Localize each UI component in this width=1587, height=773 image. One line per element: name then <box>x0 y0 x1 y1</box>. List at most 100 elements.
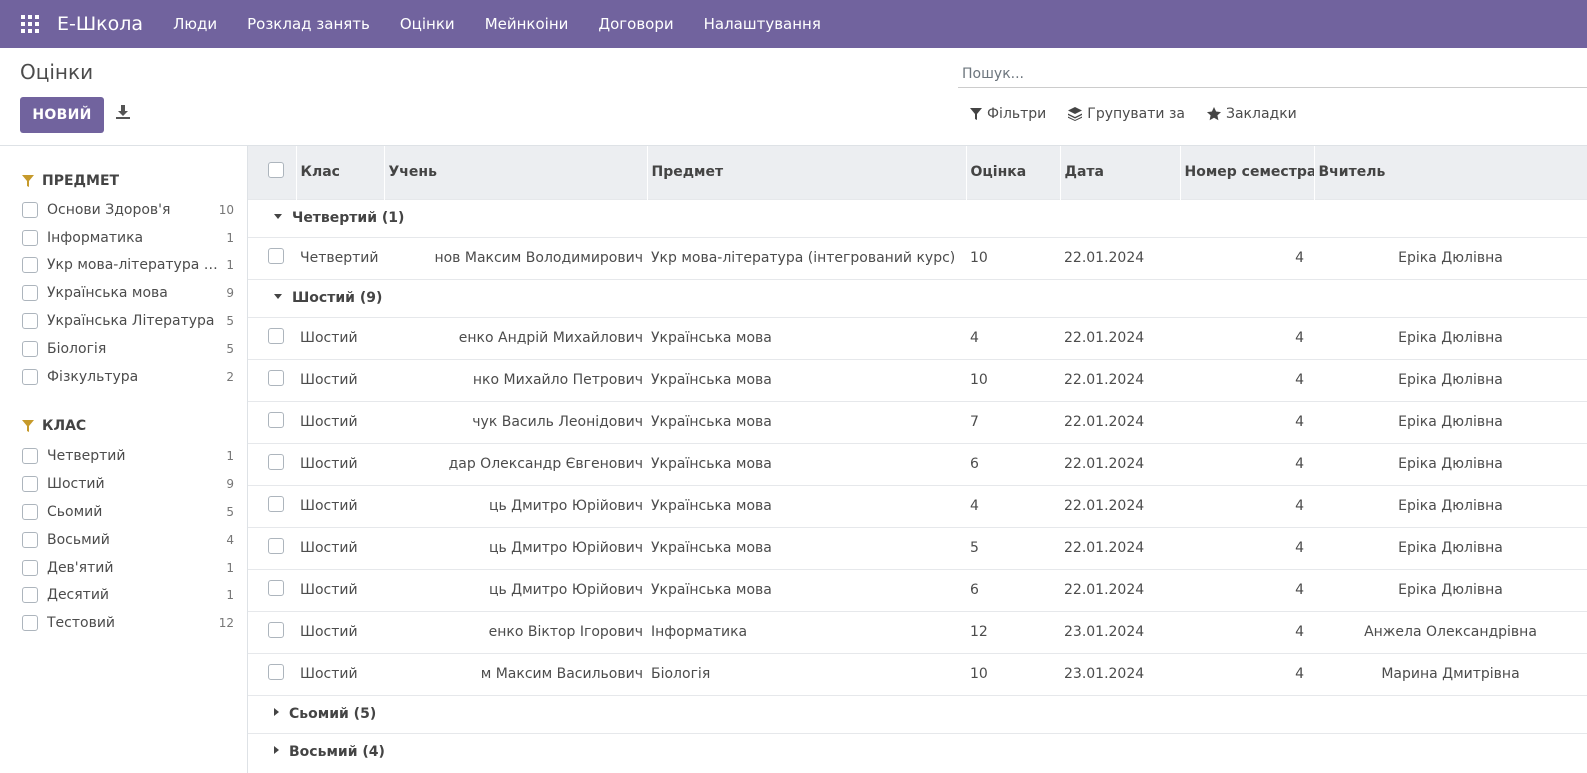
class-filter-item[interactable]: Шостий 9 <box>22 470 234 498</box>
cell-date: 23.01.2024 <box>1060 610 1180 653</box>
caret-right-icon <box>274 708 279 716</box>
nav-item-people[interactable]: Люди <box>173 15 217 33</box>
student-name: нов Максим Володимирович <box>434 250 643 266</box>
row-checkbox[interactable] <box>268 370 284 386</box>
checkbox[interactable] <box>22 587 38 604</box>
apps-menu-icon[interactable] <box>21 15 39 33</box>
row-checkbox[interactable] <box>268 580 284 596</box>
filters-toggle[interactable]: Фільтри <box>970 106 1046 122</box>
checkbox[interactable] <box>22 201 38 218</box>
star-icon <box>1207 107 1221 121</box>
nav-item-schedule[interactable]: Розклад занять <box>247 15 370 33</box>
table-row[interactable]: Шостий енко Віктор Ігорович Інформатика 12 2… <box>248 610 1587 653</box>
nav-item-grades[interactable]: Оцінки <box>400 15 455 33</box>
cell-grade: 12 <box>966 610 1060 653</box>
row-checkbox[interactable] <box>268 454 284 470</box>
table-row[interactable]: Шостий дар Олександр Євгенович Українська … <box>248 442 1587 485</box>
class-filter-header: КЛАС <box>22 415 247 437</box>
class-filter-item[interactable]: Сьомий 5 <box>22 498 234 526</box>
checkbox[interactable] <box>22 448 38 465</box>
subject-filter-item[interactable]: Українська Література 5 <box>22 307 234 335</box>
row-select-cell <box>248 484 296 527</box>
row-checkbox[interactable] <box>268 664 284 680</box>
cell-semester: 4 <box>1180 484 1314 527</box>
new-button[interactable]: НОВИЙ <box>20 97 104 133</box>
group-row[interactable]: Восьмий (4) <box>248 732 1587 771</box>
group-by-toggle[interactable]: Групувати за <box>1068 106 1185 122</box>
column-header-teacher[interactable]: Вчитель <box>1314 146 1587 199</box>
class-filter-item[interactable]: Восьмий 4 <box>22 526 234 554</box>
table-row[interactable]: Шостий ць Дмитро Юрійович Українська мова 5… <box>248 526 1587 569</box>
column-header-date[interactable]: Дата <box>1060 146 1181 199</box>
class-filter-item[interactable]: Тестовий 12 <box>22 609 234 637</box>
caret-right-icon <box>274 746 279 755</box>
table-row[interactable]: Шостий ць Дмитро Юрійович Українська мова 4… <box>248 484 1587 527</box>
row-checkbox[interactable] <box>268 248 284 264</box>
table-row[interactable]: Шостий енко Андрій Михайлович Українська м… <box>248 316 1587 359</box>
column-header-semester[interactable]: Номер семестра <box>1180 146 1315 199</box>
group-row[interactable]: Четвертий (1) <box>248 198 1587 237</box>
student-name: ць Дмитро Юрійович <box>488 540 643 556</box>
favorites-toggle[interactable]: Закладки <box>1207 106 1297 122</box>
checkbox[interactable] <box>22 257 38 274</box>
checkbox[interactable] <box>22 285 38 302</box>
row-checkbox[interactable] <box>268 412 284 428</box>
subject-filter-item[interactable]: Інформатика 1 <box>22 224 234 252</box>
checkbox[interactable] <box>22 229 38 246</box>
row-select-cell <box>248 652 296 695</box>
checkbox[interactable] <box>22 368 38 385</box>
row-checkbox[interactable] <box>268 328 284 344</box>
checkbox[interactable] <box>22 615 38 632</box>
checkbox[interactable] <box>22 504 38 521</box>
row-checkbox[interactable] <box>268 538 284 554</box>
table-row[interactable]: Шостий чук Василь Леонідович Українська мо… <box>248 400 1587 443</box>
app-brand[interactable]: Е-Школа <box>57 13 143 35</box>
search-input[interactable] <box>958 64 1587 83</box>
group-header[interactable]: Сьомий (5) <box>248 694 1587 733</box>
checkbox[interactable] <box>22 476 38 493</box>
class-filter-item[interactable]: Десятий 1 <box>22 582 234 610</box>
subject-filter-item[interactable]: Українська мова 9 <box>22 279 234 307</box>
group-row[interactable]: Сьомий (5) <box>248 694 1587 733</box>
cell-grade: 6 <box>966 442 1060 485</box>
group-header[interactable]: Восьмий (4) <box>248 732 1587 771</box>
row-select-cell <box>248 236 296 279</box>
cell-subject: Українська мова <box>647 526 966 569</box>
download-icon[interactable] <box>115 104 131 120</box>
table-row[interactable]: Шостий нко Михайло Петрович Українська мов… <box>248 358 1587 401</box>
checkbox[interactable] <box>22 531 38 548</box>
checkbox[interactable] <box>22 313 38 330</box>
row-checkbox[interactable] <box>268 622 284 638</box>
checkbox[interactable] <box>22 559 38 576</box>
cell-student: чук Василь Леонідович <box>384 400 647 443</box>
nav-item-settings[interactable]: Налаштування <box>704 15 821 33</box>
column-header-subject[interactable]: Предмет <box>647 146 967 199</box>
table-row[interactable]: Шостий м Максим Васильович Біологія 10 23.01… <box>248 652 1587 695</box>
group-row[interactable]: Шостий (9) <box>248 278 1587 317</box>
subject-filter-item[interactable]: Укр мова-література (інтегрований курс) 1 <box>22 252 234 280</box>
table-row[interactable]: Четвертий нов Максим Володимирович Укр м… <box>248 236 1587 279</box>
table-row[interactable]: Шостий ць Дмитро Юрійович Українська мова 6… <box>248 568 1587 611</box>
nav-item-maincoins[interactable]: Мейнкоіни <box>485 15 569 33</box>
column-header-student[interactable]: Учень <box>384 146 648 199</box>
cell-subject: Українська мова <box>647 484 966 527</box>
cell-grade: 7 <box>966 400 1060 443</box>
filter-count: 12 <box>218 616 234 631</box>
cell-teacher: Еріка Дюлівна <box>1314 400 1587 443</box>
cell-date: 22.01.2024 <box>1060 316 1180 359</box>
nav-item-contracts[interactable]: Договори <box>598 15 673 33</box>
row-checkbox[interactable] <box>268 496 284 512</box>
cell-semester: 4 <box>1180 316 1314 359</box>
class-filter-item[interactable]: Дев'ятий 1 <box>22 554 234 582</box>
subject-filter-item[interactable]: Основи Здоров'я 10 <box>22 196 234 224</box>
group-header[interactable]: Четвертий (1) <box>248 198 1587 237</box>
select-all-checkbox[interactable] <box>268 162 284 179</box>
class-filter-item[interactable]: Четвертий 1 <box>22 443 234 471</box>
subject-filter-item[interactable]: Фізкультура 2 <box>22 363 234 391</box>
checkbox[interactable] <box>22 340 38 357</box>
column-header-class[interactable]: Клас <box>296 146 385 199</box>
column-header-grade[interactable]: Оцінка <box>966 146 1061 199</box>
group-header[interactable]: Шостий (9) <box>248 278 1587 317</box>
cell-grade: 6 <box>966 568 1060 611</box>
subject-filter-item[interactable]: Біологія 5 <box>22 335 234 363</box>
